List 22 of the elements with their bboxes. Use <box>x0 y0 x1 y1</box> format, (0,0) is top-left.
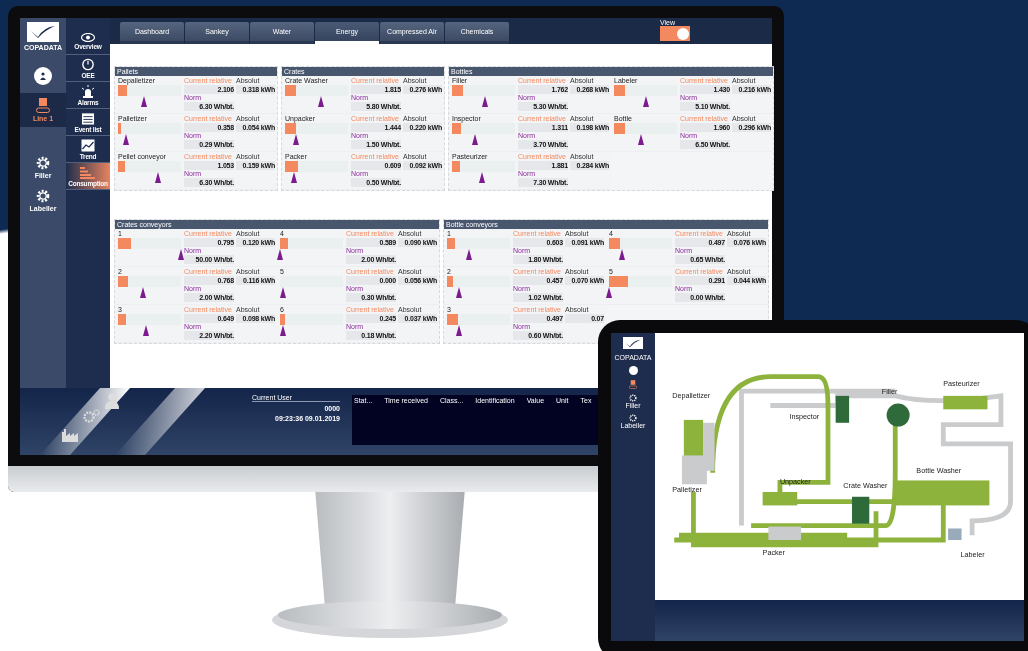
user-button[interactable] <box>34 67 52 85</box>
conveyor-box-icon <box>629 380 637 389</box>
consumption-bar-track <box>280 276 343 287</box>
gear-icon <box>36 156 50 170</box>
user-button[interactable] <box>628 366 638 375</box>
logo-icon <box>27 22 59 42</box>
gear-icon <box>36 189 50 203</box>
factory-icon <box>62 429 78 442</box>
bar-levels-icon <box>80 166 96 179</box>
gear-icon <box>629 394 637 402</box>
gauge-icon <box>81 58 95 71</box>
alarm-beacon-icon <box>81 85 95 98</box>
eye-icon <box>81 33 95 42</box>
user-icon <box>105 393 119 409</box>
calendar-list-icon <box>81 112 95 125</box>
logo-icon <box>623 337 643 349</box>
user-icon <box>40 72 46 80</box>
conveyor-box-icon <box>36 98 50 113</box>
trend-chart-icon <box>81 139 95 152</box>
gears-icon <box>83 409 100 423</box>
view-toggle[interactable] <box>660 26 690 41</box>
gear-icon <box>629 414 637 422</box>
